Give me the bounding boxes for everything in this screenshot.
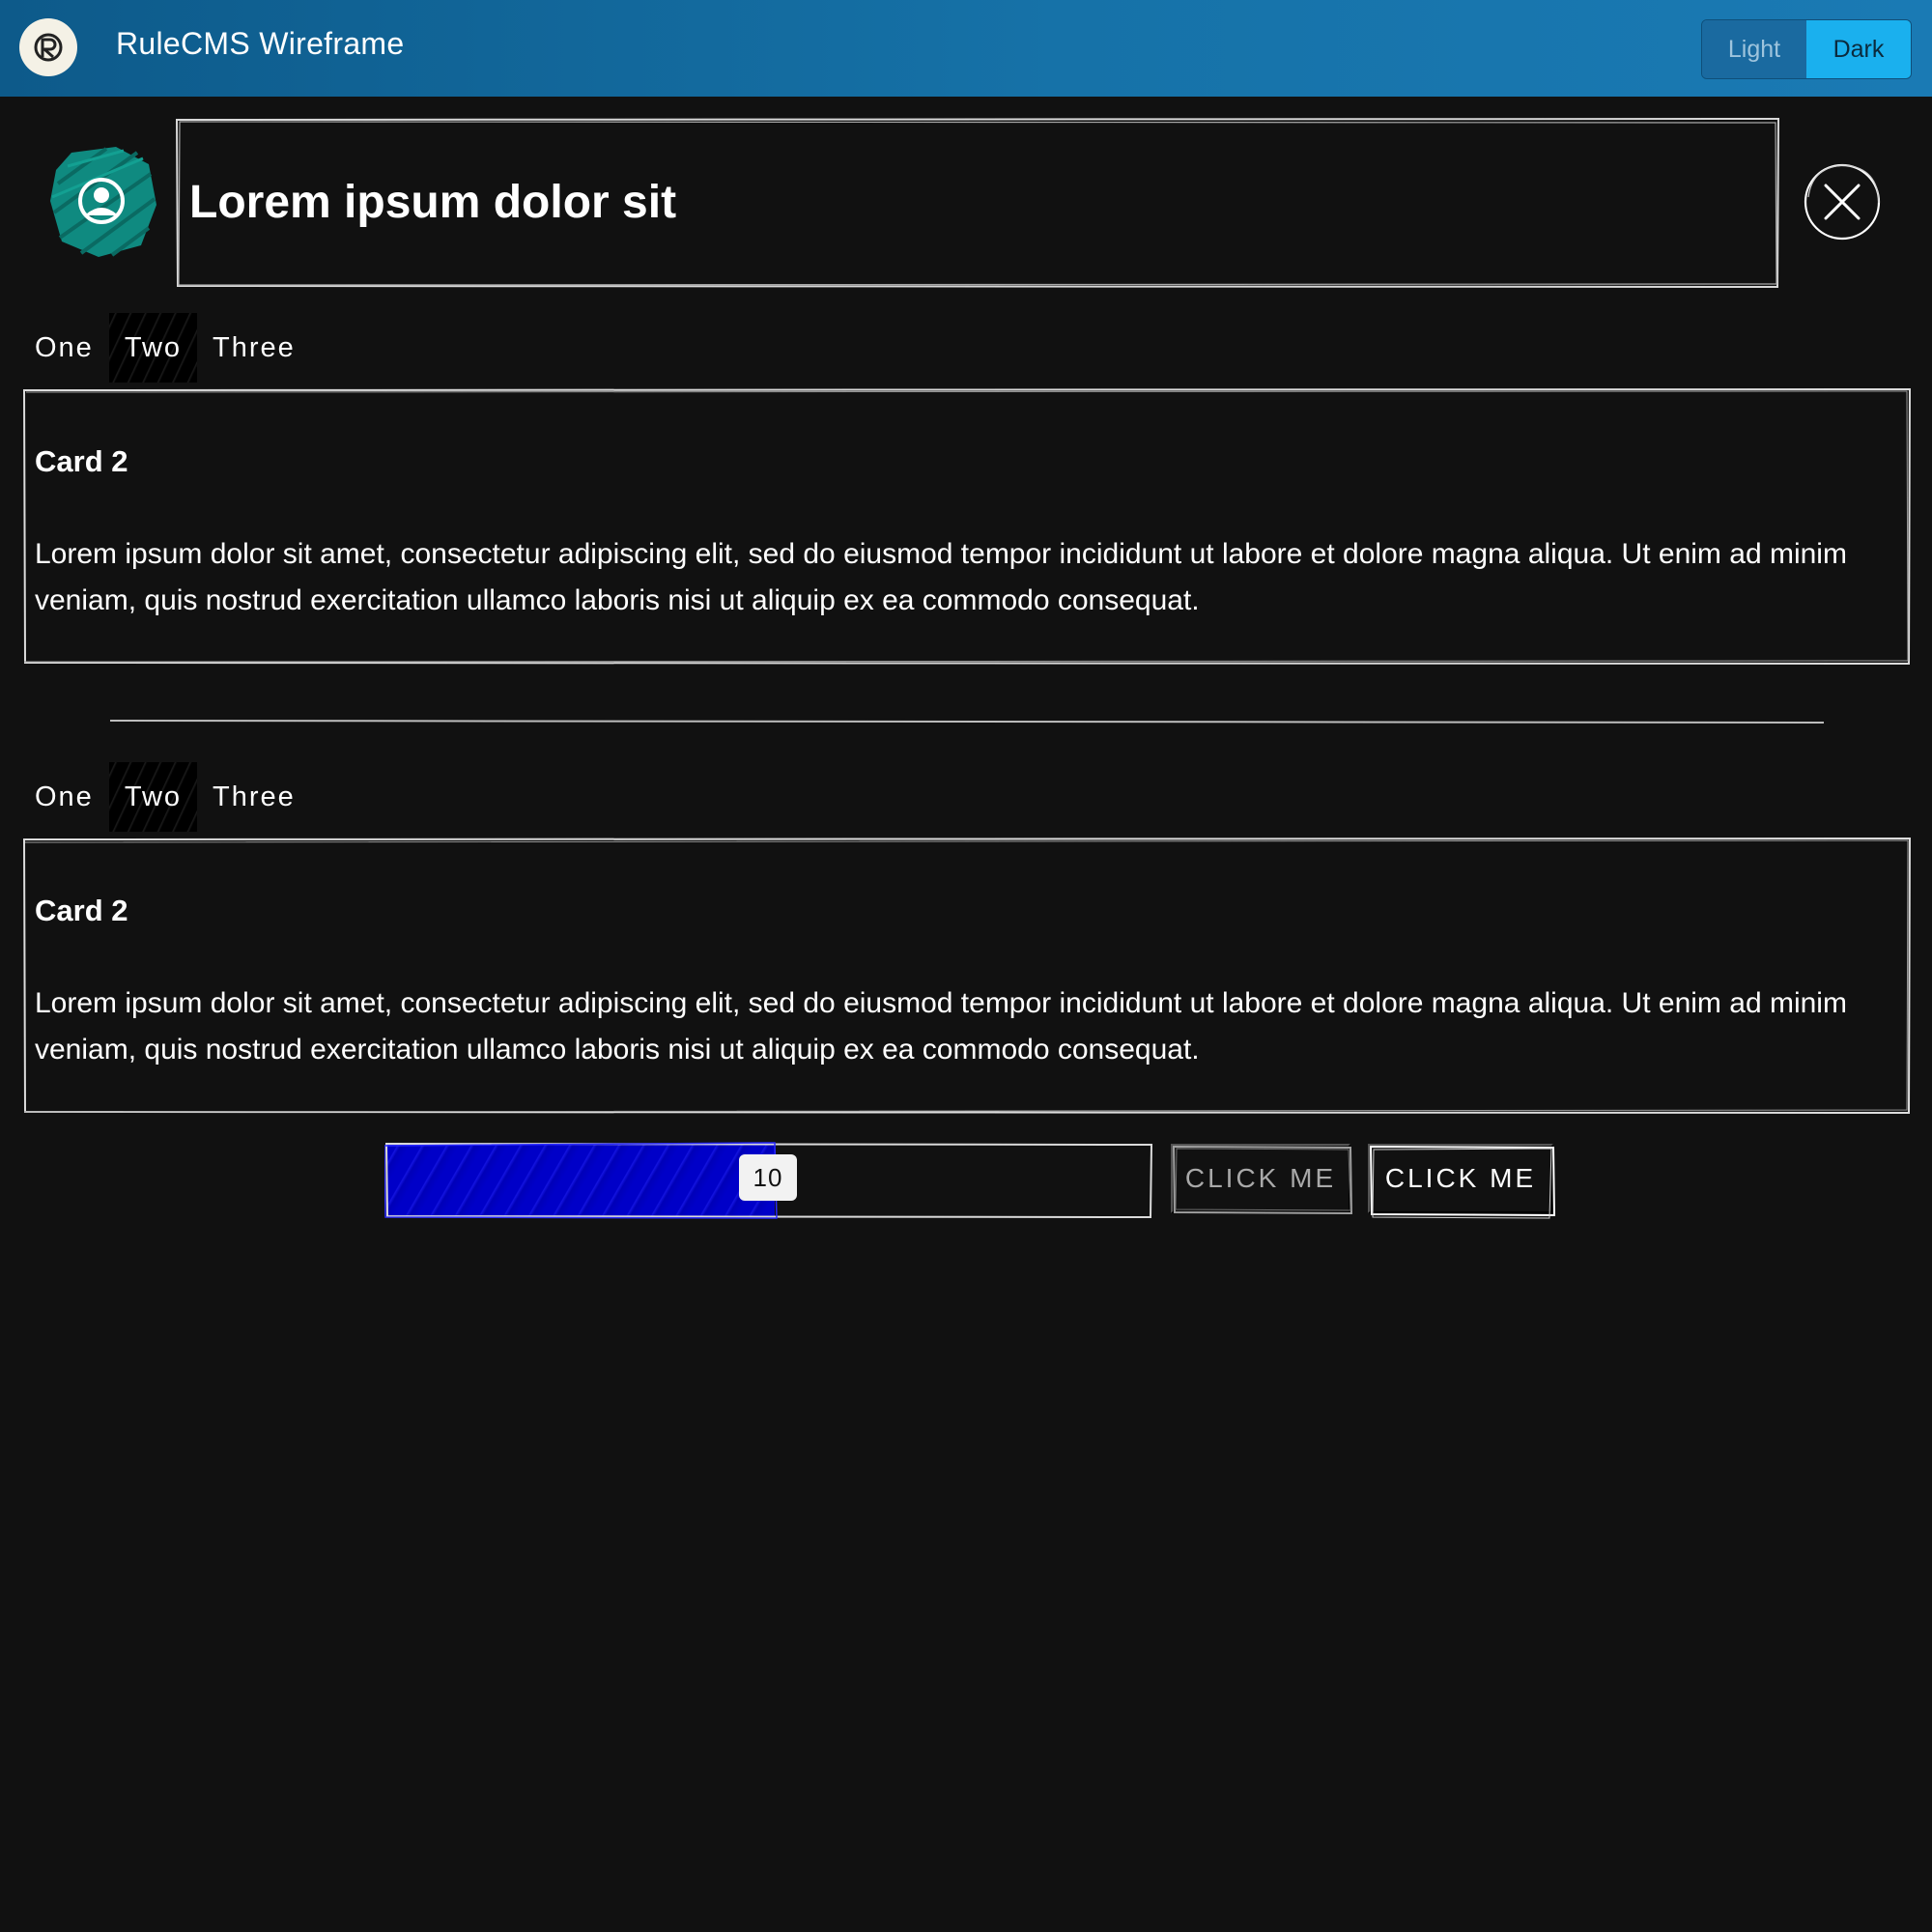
card-2: Card 2 Lorem ipsum dolor sit amet, conse… [23, 838, 1911, 1114]
tab-three[interactable]: Three [197, 313, 311, 383]
tab-one[interactable]: One [19, 762, 109, 832]
top-bar: RuleCMS Wireframe Light Dark [0, 0, 1932, 97]
close-button[interactable] [1803, 162, 1882, 242]
close-icon [1804, 163, 1881, 241]
click-me-button-2[interactable]: CLICK ME [1368, 1144, 1555, 1219]
avatar [48, 145, 160, 266]
card-title: Card 2 [35, 444, 128, 478]
card-title: Card 2 [35, 894, 128, 927]
card-body: Lorem ipsum dolor sit amet, consectetur … [35, 538, 1847, 616]
divider [109, 713, 1825, 730]
page-title: Lorem ipsum dolor sit [189, 177, 677, 228]
tab-one[interactable]: One [19, 313, 109, 383]
app-title: RuleCMS Wireframe [116, 26, 405, 61]
tab-three[interactable]: Three [197, 762, 311, 832]
tab-two[interactable]: Two [108, 762, 198, 832]
theme-light-button[interactable]: Light [1702, 20, 1806, 78]
card-body: Lorem ipsum dolor sit amet, consectetur … [35, 987, 1847, 1065]
tabs-group-2: One Two Three [19, 762, 311, 832]
progress-slider[interactable]: 10 [384, 1142, 1153, 1219]
logo-icon[interactable] [19, 18, 77, 76]
slider-value-badge: 10 [739, 1154, 797, 1201]
theme-dark-button[interactable]: Dark [1806, 20, 1911, 78]
user-circle-icon [50, 147, 156, 257]
click-me-button-1[interactable]: CLICK ME [1171, 1144, 1352, 1215]
tabs-group-1: One Two Three [19, 313, 311, 383]
card-1: Card 2 Lorem ipsum dolor sit amet, conse… [23, 388, 1911, 665]
tab-two[interactable]: Two [108, 313, 198, 383]
theme-toggle: Light Dark [1701, 19, 1912, 79]
